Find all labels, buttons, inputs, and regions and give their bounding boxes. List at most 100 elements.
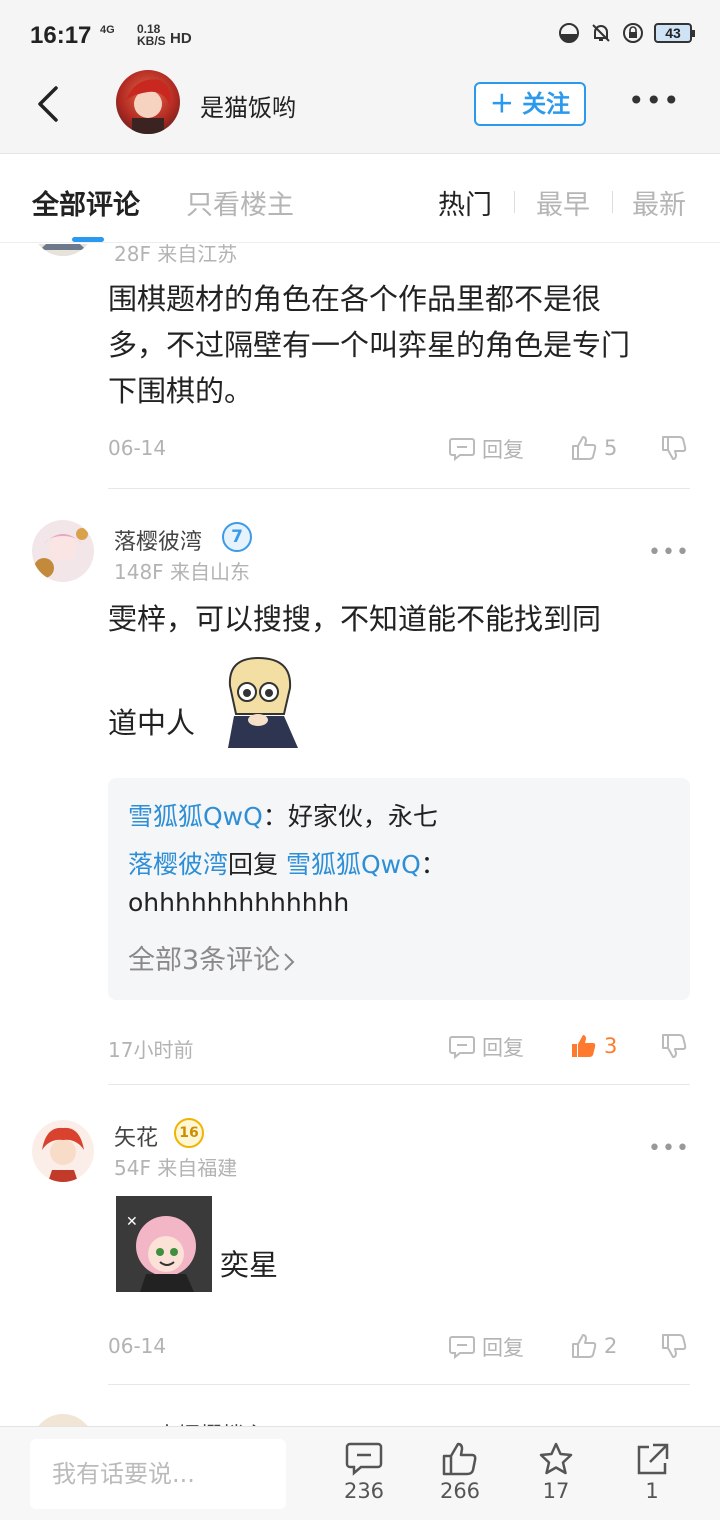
favorite-count: 17 xyxy=(542,1479,570,1503)
thumb-up-filled-icon xyxy=(572,1035,596,1057)
sticker-image xyxy=(214,652,304,748)
comment-time: 06-14 xyxy=(108,436,167,460)
favorite-button[interactable]: 17 xyxy=(516,1441,596,1503)
speed-unit: KB/S xyxy=(137,34,166,48)
tab-owner-only[interactable]: 只看楼主 xyxy=(186,183,294,222)
level-badge: 16 xyxy=(174,1118,204,1148)
like-count: 266 xyxy=(439,1479,481,1503)
chevron-right-icon xyxy=(284,952,295,971)
network-speed: 0.18 KB/S xyxy=(137,23,166,47)
divider xyxy=(108,488,690,489)
comment-text: 道中人 xyxy=(108,706,196,740)
comments-button[interactable]: 236 xyxy=(324,1441,404,1503)
divider xyxy=(108,1384,690,1385)
reply-text: ： xyxy=(420,850,446,879)
reply-label: 回复 xyxy=(482,438,524,462)
author-name[interactable]: 是猫饭哟 xyxy=(200,88,296,123)
reply-button[interactable]: 回复 xyxy=(448,434,524,464)
thumb-up-icon xyxy=(572,1334,597,1358)
tab-all-comments[interactable]: 全部评论 xyxy=(32,183,140,222)
hd-indicator: HD xyxy=(170,30,192,47)
lock-rotation-icon xyxy=(623,23,643,43)
comment-floor: 54F 来自福建 xyxy=(114,1156,238,1180)
chevron-left-icon xyxy=(38,86,58,122)
thumb-down-icon xyxy=(662,1034,687,1058)
avatar[interactable] xyxy=(116,70,180,134)
comment-floor: 148F 来自山东 xyxy=(114,560,251,584)
avatar[interactable] xyxy=(32,1414,94,1426)
thumb-down-icon xyxy=(662,1334,687,1358)
comment-floor: 28F 来自江苏 xyxy=(114,244,238,266)
like-button[interactable]: 5 xyxy=(570,434,617,462)
thumb-down-icon xyxy=(662,436,687,460)
more-icon[interactable]: ••• xyxy=(648,540,690,565)
reply-target[interactable]: 雪狐狐QwQ xyxy=(286,850,421,879)
status-time: 16:17 xyxy=(30,22,92,49)
comment-icon xyxy=(449,438,475,462)
like-count: 2 xyxy=(604,1334,618,1358)
all-replies-label: 全部3条评论 xyxy=(128,945,281,976)
reply-label: 回复 xyxy=(482,1336,524,1360)
reply-preview[interactable]: 雪狐狐QwQ：好家伙，永七 落樱彼湾回复 雪狐狐QwQ： ohhhhhhhhhh… xyxy=(108,778,690,1000)
sort-earliest[interactable]: 最早 xyxy=(536,183,590,222)
divider xyxy=(612,191,613,213)
comment-icon xyxy=(449,1336,475,1360)
active-tab-indicator xyxy=(72,237,104,242)
reply-author[interactable]: 雪狐狐QwQ xyxy=(128,802,263,831)
svg-text:✕: ✕ xyxy=(126,1214,138,1230)
star-icon xyxy=(539,1442,573,1475)
comment-input[interactable]: 我有话要说... xyxy=(30,1439,286,1509)
share-icon xyxy=(637,1443,669,1475)
dnd-icon xyxy=(559,23,579,43)
commenter-name[interactable]: 落樱彼湾 xyxy=(114,524,202,556)
view-all-replies-link[interactable]: 全部3条评论 xyxy=(128,938,670,977)
comment-text: 雯梓，可以搜搜，不知道能不能找到同 xyxy=(108,602,602,636)
sticker-image: ✕ xyxy=(116,1196,212,1292)
avatar[interactable] xyxy=(32,244,94,256)
reply-button[interactable]: 回复 xyxy=(448,1032,524,1062)
commenter-name[interactable]: 矢花 xyxy=(114,1120,158,1152)
commenter-name[interactable]: 520出堀樱楼主 xyxy=(114,1418,266,1426)
like-count: 5 xyxy=(604,436,618,460)
comment-icon xyxy=(449,1036,475,1060)
like-button[interactable]: 2 xyxy=(570,1332,617,1360)
comment-time: 17小时前 xyxy=(108,1038,194,1062)
comment-tabs: 全部评论 只看楼主 热门 最早 最新 xyxy=(0,155,720,243)
reply-label: 回复 xyxy=(482,1036,524,1060)
share-count: 1 xyxy=(645,1479,659,1503)
reply-text: ohhhhhhhhhhhhh xyxy=(128,888,350,917)
reply-mid: 回复 xyxy=(228,850,286,879)
back-button[interactable] xyxy=(30,84,70,124)
sort-hot[interactable]: 热门 xyxy=(438,183,492,222)
avatar[interactable] xyxy=(32,520,94,582)
comment-count: 236 xyxy=(343,1479,385,1503)
comment-text: 奕星 xyxy=(220,1248,279,1282)
like-post-button[interactable]: 266 xyxy=(420,1441,500,1503)
avatar[interactable] xyxy=(32,1120,94,1182)
sub-reply: 落樱彼湾回复 雪狐狐QwQ： xyxy=(128,846,670,884)
dislike-button[interactable] xyxy=(660,1332,688,1360)
thumb-up-icon xyxy=(572,436,597,460)
bell-off-icon xyxy=(592,24,610,42)
network-indicator: 4G xyxy=(100,24,115,36)
status-bar: 16:17 4G 0.18 KB/S HD 43 xyxy=(0,0,720,70)
comment-text: 围棋题材的角色在各个作品里都不是很多，不过隔壁有一个叫弈星的角色是专门下围棋的。 xyxy=(108,282,631,408)
thumb-up-icon xyxy=(442,1442,477,1476)
more-icon[interactable]: ••• xyxy=(628,84,680,124)
sub-reply: 雪狐狐QwQ：好家伙，永七 xyxy=(128,798,670,836)
share-button[interactable]: 1 xyxy=(612,1441,692,1503)
reply-text: ：好家伙，永七 xyxy=(262,802,438,831)
comment-icon xyxy=(345,1442,383,1476)
dislike-button[interactable] xyxy=(660,434,688,462)
sort-newest[interactable]: 最新 xyxy=(632,183,686,222)
reply-author[interactable]: 落樱彼湾 xyxy=(128,850,228,879)
level-badge: 7 xyxy=(222,522,252,552)
follow-button[interactable]: ＋ 关注 xyxy=(474,82,586,126)
reply-button[interactable]: 回复 xyxy=(448,1332,524,1362)
more-icon[interactable]: ••• xyxy=(648,1136,690,1161)
dislike-button[interactable] xyxy=(660,1032,688,1060)
battery-icon: 43 xyxy=(654,23,695,43)
like-button[interactable]: 3 xyxy=(570,1032,617,1060)
divider xyxy=(514,191,515,213)
comment-list[interactable]: 28F 来自江苏 围棋题材的角色在各个作品里都不是很多，不过隔壁有一个叫弈星的角… xyxy=(0,244,720,1426)
